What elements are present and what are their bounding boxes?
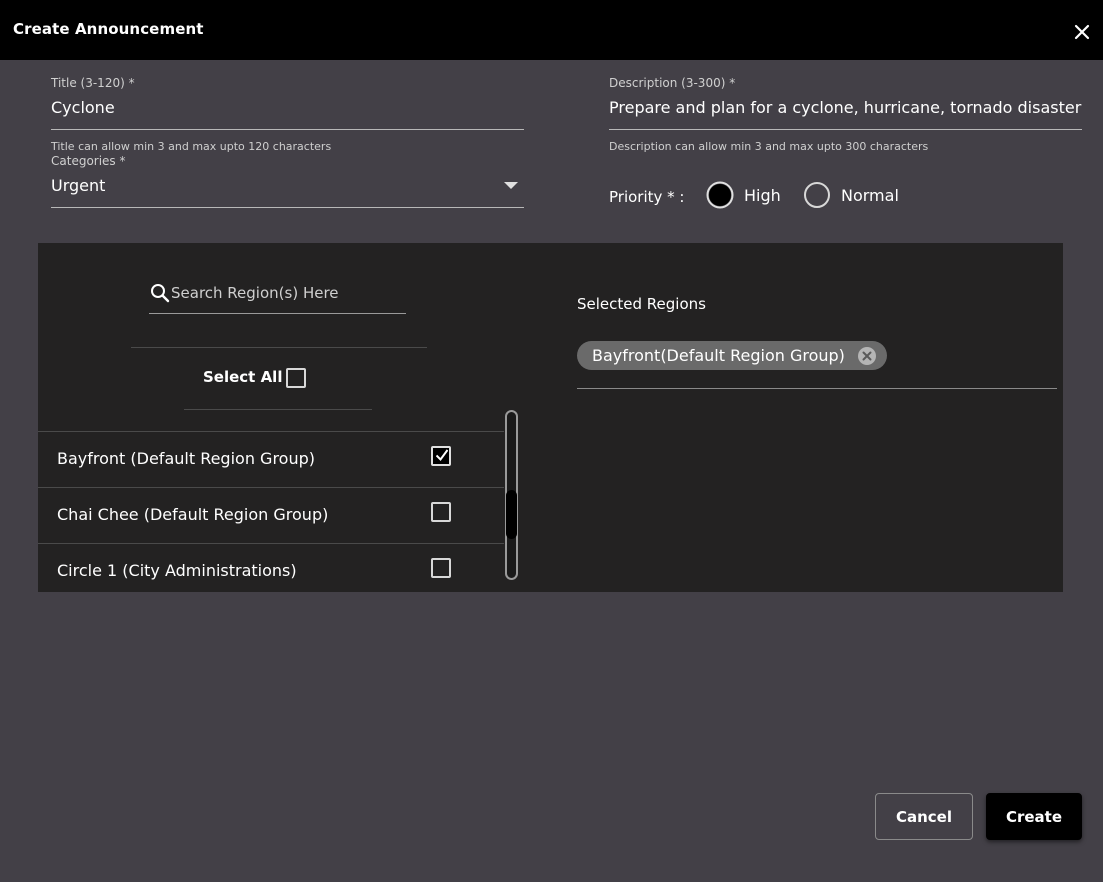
select-all-label: Select All [203, 368, 283, 386]
description-field-label: Description (3-300) * [609, 76, 736, 90]
selected-regions-title: Selected Regions [577, 295, 706, 313]
priority-normal-radio[interactable]: Normal [803, 181, 899, 209]
selected-region-chip: Bayfront(Default Region Group) [577, 341, 887, 370]
region-item-checkbox[interactable] [431, 502, 451, 522]
region-list-item[interactable]: Bayfront (Default Region Group) [38, 431, 504, 487]
divider [184, 409, 372, 410]
priority-label: Priority * : [609, 188, 685, 206]
chip-label: Bayfront(Default Region Group) [592, 346, 845, 365]
select-all-checkbox[interactable] [286, 368, 306, 388]
chip-remove-icon[interactable] [857, 346, 877, 366]
title-field-value[interactable]: Cyclone [51, 98, 115, 117]
priority-high-radio[interactable]: High [706, 181, 781, 209]
priority-high-label: High [744, 185, 781, 205]
title-helper-text: Title can allow min 3 and max upto 120 c… [51, 140, 332, 153]
description-field-value[interactable]: Prepare and plan for a cyclone, hurrican… [609, 98, 1081, 117]
region-item-label: Bayfront (Default Region Group) [57, 449, 315, 468]
region-list-item[interactable]: Chai Chee (Default Region Group) [38, 487, 504, 543]
region-item-label: Chai Chee (Default Region Group) [57, 505, 329, 524]
description-helper-text: Description can allow min 3 and max upto… [609, 140, 929, 153]
check-icon [436, 449, 448, 462]
category-select-label: Categories * [51, 154, 126, 168]
search-icon [151, 284, 170, 303]
selected-regions-underline [577, 388, 1057, 389]
cancel-button[interactable]: Cancel [875, 793, 973, 840]
dialog-header: Create Announcement [0, 0, 1103, 60]
region-list: Bayfront (Default Region Group) Chai Che… [38, 431, 504, 592]
dialog-title: Create Announcement [13, 20, 204, 38]
divider [131, 347, 427, 348]
region-search-input[interactable] [171, 280, 401, 306]
priority-normal-label: Normal [841, 185, 899, 205]
description-field[interactable]: Description (3-300) * Prepare and plan f… [609, 76, 1082, 130]
category-select-value: Urgent [51, 176, 106, 195]
region-item-label: Circle 1 (City Administrations) [57, 561, 297, 580]
title-field-label: Title (3-120) * [51, 76, 135, 90]
title-field[interactable]: Title (3-120) * Cyclone [51, 76, 524, 130]
radio-unchecked-icon [804, 182, 830, 208]
region-list-item[interactable]: Circle 1 (City Administrations) [38, 543, 504, 592]
region-item-checkbox[interactable] [431, 446, 451, 466]
scrollbar-thumb[interactable] [506, 490, 517, 539]
region-selector-panel: Select All Bayfront (Default Region Grou… [38, 243, 1063, 592]
close-icon [1074, 24, 1090, 40]
close-button[interactable] [1068, 18, 1096, 46]
region-item-checkbox[interactable] [431, 558, 451, 578]
chevron-down-icon[interactable] [504, 182, 518, 189]
radio-checked-icon [706, 181, 734, 209]
create-button[interactable]: Create [986, 793, 1082, 840]
category-select[interactable]: Categories * Urgent [51, 154, 524, 208]
region-search[interactable] [149, 276, 406, 314]
